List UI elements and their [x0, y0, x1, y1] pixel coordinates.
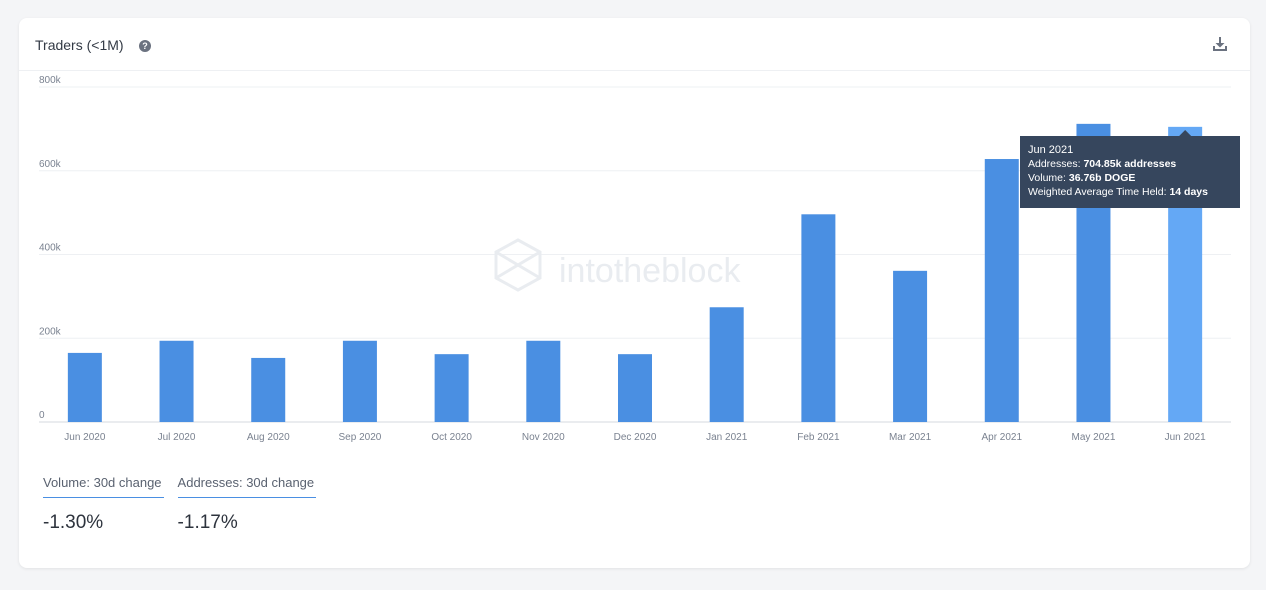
x-tick-label: Sep 2020: [339, 432, 382, 443]
bar-chart: intotheblock Jun 2020 Jul 2020 Aug 2020 Sep…: [39, 75, 1240, 443]
stat-label: Addresses: 30d change: [177, 475, 317, 498]
bar[interactable]: [709, 307, 744, 422]
watermark: intotheblock: [494, 238, 741, 292]
chart-card: Traders (<1M) ? intotheblock Jun 2020 Jul…: [19, 18, 1250, 568]
x-tick-label: Mar 2021: [889, 432, 932, 443]
y-tick-label: 200k: [39, 326, 62, 337]
stat-value: -1.17%: [177, 512, 238, 533]
x-tick-label: Apr 2021: [981, 432, 1022, 443]
x-tick-label: Jul 2020: [158, 432, 196, 443]
watermark-text: intotheblock: [559, 252, 741, 290]
x-tick-label: Jan 2021: [706, 432, 748, 443]
bar[interactable]: [526, 340, 561, 422]
bar[interactable]: [342, 340, 377, 422]
stats-row: Volume: 30d change -1.30% Addresses: 30d…: [43, 474, 317, 534]
intotheblock-logo-icon: [494, 238, 542, 292]
bar[interactable]: [618, 354, 652, 422]
x-tick-label: May 2021: [1072, 432, 1116, 443]
bar[interactable]: [159, 340, 194, 422]
y-tick-label: 600k: [39, 159, 62, 170]
bar[interactable]: [984, 159, 1019, 422]
stat-addresses-change[interactable]: Addresses: 30d change -1.17%: [177, 474, 317, 534]
tooltip-row: Volume: 36.76b DOGE: [1028, 172, 1135, 184]
x-tick-label: Feb 2021: [797, 432, 840, 443]
bar[interactable]: [801, 214, 836, 422]
x-tick-label: Jun 2020: [64, 432, 106, 443]
tooltip: Jun 2021 Addresses: 704.85k addresses Volu…: [1020, 130, 1240, 208]
y-tick-label: 0: [39, 410, 45, 421]
y-tick-label: 800k: [39, 75, 62, 86]
stat-label: Volume: 30d change: [43, 475, 164, 498]
bar[interactable]: [893, 270, 928, 422]
x-tick-label: Nov 2020: [522, 432, 565, 443]
tooltip-row: Addresses: 704.85k addresses: [1028, 158, 1176, 170]
y-tick-label: 400k: [39, 243, 62, 254]
x-tick-label: Jun 2021: [1165, 432, 1207, 443]
x-tick-label: Aug 2020: [247, 432, 290, 443]
stat-volume-change[interactable]: Volume: 30d change -1.30%: [43, 474, 164, 534]
stat-value: -1.30%: [43, 512, 104, 533]
x-tick-label: Dec 2020: [614, 432, 657, 443]
tooltip-title: Jun 2021: [1028, 144, 1073, 156]
bar[interactable]: [434, 354, 469, 422]
bar[interactable]: [67, 352, 102, 422]
tooltip-row: Weighted Average Time Held: 14 days: [1028, 186, 1208, 198]
x-tick-label: Oct 2020: [431, 432, 472, 443]
bar[interactable]: [251, 357, 286, 422]
